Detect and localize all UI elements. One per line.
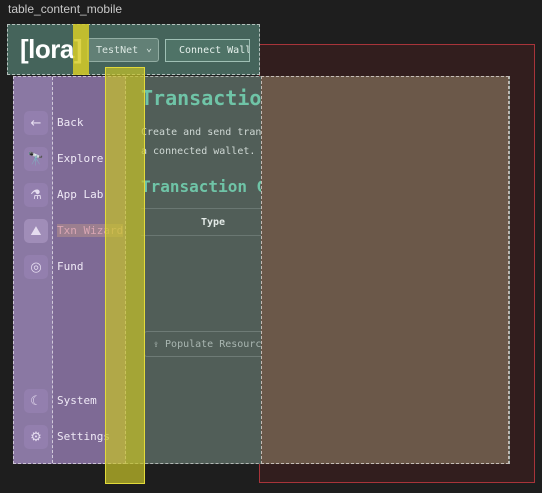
sidebar-item-label: Back <box>57 116 84 129</box>
connect-wallet-button[interactable]: Connect Walle <box>165 39 250 62</box>
populate-resources-label: Populate Resources <box>165 338 274 350</box>
column-header-type: Type <box>201 217 226 228</box>
sidebar-item-label: Explore <box>57 152 104 165</box>
sidebar-item-label: System <box>57 394 97 407</box>
sidebar-item-label: Settings <box>57 430 110 443</box>
gear-icon: ⚙ <box>24 425 48 449</box>
arrow-left-icon: ← <box>24 111 48 135</box>
telescope-icon: 🔭 <box>24 147 48 171</box>
flask-icon: ⚗ <box>24 183 48 207</box>
sidebar-item-label: Fund <box>57 260 84 273</box>
story-label: table_content_mobile <box>8 2 123 16</box>
network-select-value: TestNet <box>96 44 139 56</box>
chevron-down-icon: ⌄ <box>145 43 152 54</box>
upload-icon: ⇪ <box>153 338 160 350</box>
highlight-marker <box>73 24 89 75</box>
highlight-strip <box>105 67 145 484</box>
sidebar-item-label: App Lab <box>57 188 104 201</box>
coins-icon: ◎ <box>24 255 48 279</box>
moon-icon: ☾ <box>24 389 48 413</box>
wizard-hat-icon: ⛰ <box>24 219 48 243</box>
side-drawer <box>261 76 509 464</box>
network-select[interactable]: TestNet ⌄ <box>87 38 159 62</box>
